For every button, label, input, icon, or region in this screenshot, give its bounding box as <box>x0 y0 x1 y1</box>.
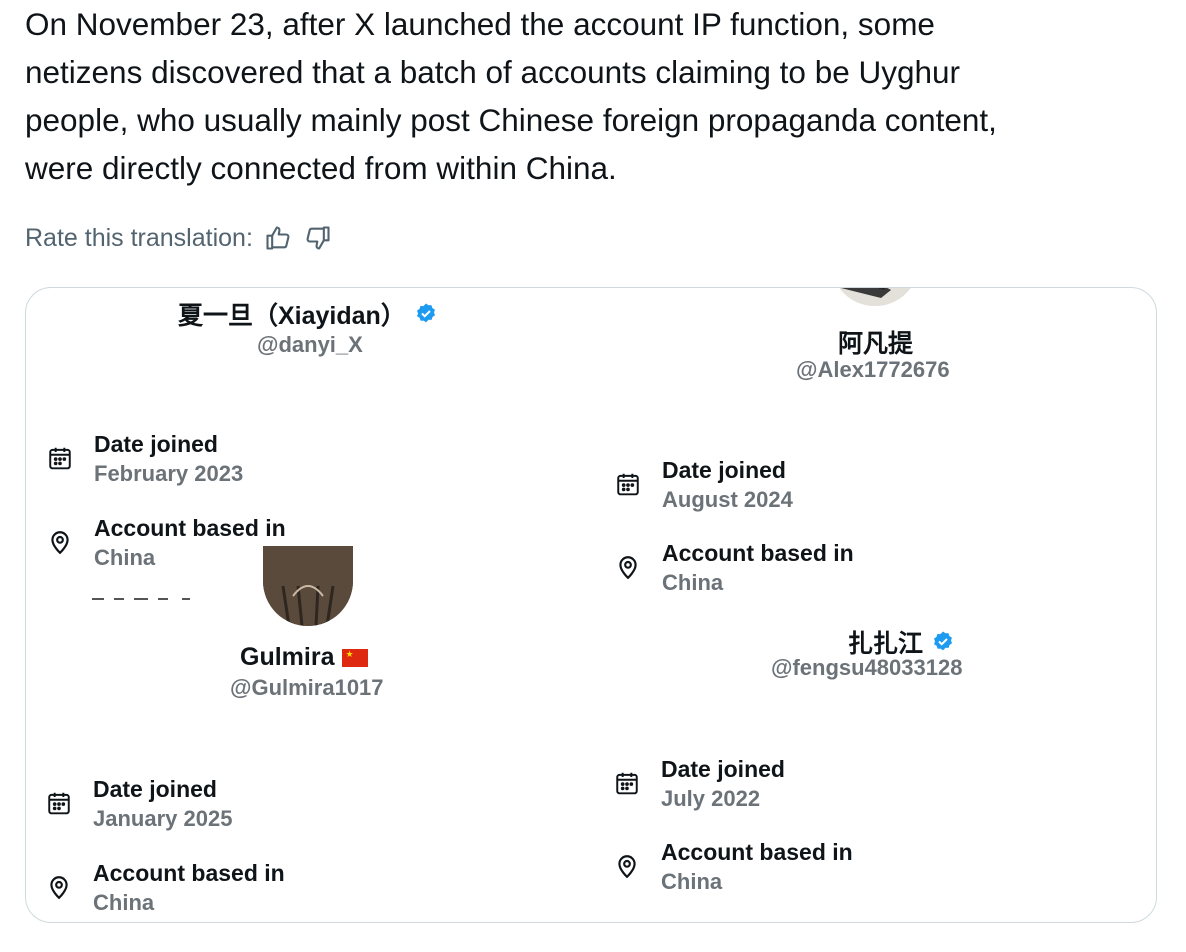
account-based-label: Account based in <box>661 839 853 865</box>
location-pin-icon <box>51 531 69 555</box>
date-joined-value: February 2023 <box>94 461 244 486</box>
account-panel-zazajiang: 扎扎江 @fengsu48033128 Date joined July 202… <box>586 606 1156 922</box>
account-name: 阿凡提 <box>838 324 913 360</box>
account-based-label: Account based in <box>662 540 854 566</box>
date-joined-value: January 2025 <box>93 806 233 831</box>
account-screenshots-image[interactable]: 夏一旦（Xiayidan） @danyi_X Date joined Febru… <box>25 287 1157 923</box>
date-joined-value: July 2022 <box>661 786 761 811</box>
calendar-icon <box>617 473 639 496</box>
calendar-icon <box>48 792 70 815</box>
cropped-text-fragment <box>92 589 202 605</box>
calendar-icon <box>616 772 638 795</box>
account-handle: @Alex1772676 <box>796 357 950 382</box>
location-pin-icon <box>618 855 636 879</box>
account-based-label: Account based in <box>94 515 286 541</box>
account-handle: @danyi_X <box>257 332 363 357</box>
tweet-text: On November 23, after X launched the acc… <box>25 0 1155 192</box>
location-pin-icon <box>50 876 68 900</box>
account-based-value: China <box>94 545 156 570</box>
thumbs-down-icon[interactable] <box>303 223 333 253</box>
date-joined-label: Date joined <box>661 756 785 782</box>
rate-translation: Rate this translation: <box>25 218 333 258</box>
account-based-value: China <box>93 890 155 915</box>
account-panel-afanti: 阿凡提 @Alex1772676 Date joined August 2024… <box>586 288 1156 608</box>
date-joined-value: August 2024 <box>662 487 793 512</box>
location-pin-icon <box>619 556 637 580</box>
calendar-icon <box>49 447 71 470</box>
account-panel-gulmira: Gulmira ★ @Gulmira1017 Date joined Janua… <box>26 546 586 922</box>
account-name-text: 阿凡提 <box>838 330 914 358</box>
account-based-value: China <box>662 570 724 595</box>
tweet-text-line: netizens discovered that a batch of acco… <box>25 54 961 90</box>
account-based-label: Account based in <box>93 860 285 886</box>
tweet-text-line: On November 23, after X launched the acc… <box>25 6 935 42</box>
rate-translation-label: Rate this translation: <box>25 223 253 252</box>
thumbs-up-icon[interactable] <box>263 223 293 253</box>
china-flag-icon: ★ <box>342 648 369 667</box>
tweet-text-line: people, who usually mainly post Chinese … <box>25 102 997 138</box>
verified-badge-icon <box>934 631 953 651</box>
account-name: 夏一旦（Xiayidan） <box>178 296 438 332</box>
tweet-text-line: were directly connected from within Chin… <box>25 150 617 186</box>
account-based-value: China <box>661 869 723 894</box>
avatar <box>831 288 919 306</box>
avatar <box>263 546 353 626</box>
account-name: Gulmira ★ <box>240 643 369 672</box>
date-joined-label: Date joined <box>93 776 217 802</box>
date-joined-label: Date joined <box>662 457 786 483</box>
account-handle: @fengsu48033128 <box>771 655 963 680</box>
account-name-text: 夏一旦（Xiayidan） <box>178 302 406 330</box>
account-name-text: Gulmira <box>240 643 335 671</box>
verified-badge-icon <box>416 303 435 323</box>
account-handle: @Gulmira1017 <box>230 675 384 700</box>
date-joined-label: Date joined <box>94 431 218 457</box>
